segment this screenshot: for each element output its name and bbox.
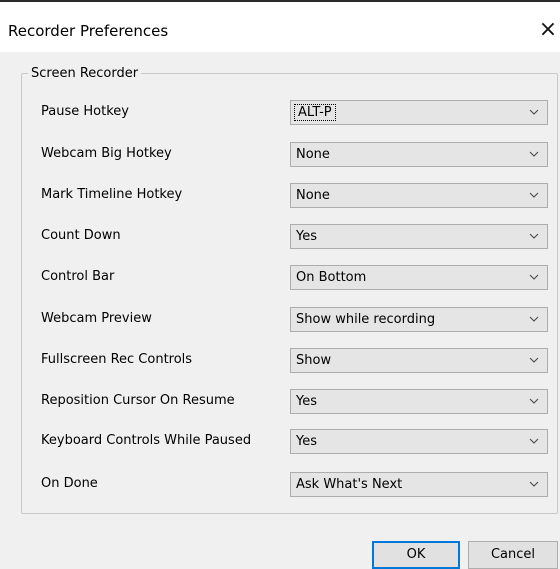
row-pause-hotkey: Pause Hotkey ALT-P bbox=[0, 100, 560, 126]
title-bar: Recorder Preferences × bbox=[0, 12, 560, 52]
row-reposition-cursor: Reposition Cursor On Resume Yes bbox=[0, 389, 560, 415]
count-down-label: Count Down bbox=[41, 228, 121, 243]
count-down-value: Yes bbox=[296, 229, 317, 244]
ok-button[interactable]: OK bbox=[372, 541, 460, 569]
row-on-done: On Done Ask What's Next bbox=[0, 472, 560, 498]
chevron-down-icon bbox=[529, 438, 539, 444]
mark-timeline-hotkey-value: None bbox=[296, 188, 330, 203]
webcam-big-hotkey-label: Webcam Big Hotkey bbox=[41, 146, 172, 161]
mark-timeline-hotkey-select[interactable]: None bbox=[290, 183, 548, 208]
window-top-edge bbox=[0, 0, 560, 12]
on-done-label: On Done bbox=[41, 476, 98, 491]
row-count-down: Count Down Yes bbox=[0, 224, 560, 250]
chevron-down-icon bbox=[529, 481, 539, 487]
row-mark-timeline-hotkey: Mark Timeline Hotkey None bbox=[0, 183, 560, 209]
control-bar-label: Control Bar bbox=[41, 269, 115, 284]
row-fullscreen-rec-controls: Fullscreen Rec Controls Show bbox=[0, 348, 560, 374]
webcam-preview-label: Webcam Preview bbox=[41, 311, 152, 326]
on-done-select[interactable]: Ask What's Next bbox=[290, 472, 548, 497]
chevron-down-icon bbox=[529, 274, 539, 280]
pause-hotkey-select[interactable]: ALT-P bbox=[290, 100, 548, 125]
mark-timeline-hotkey-label: Mark Timeline Hotkey bbox=[41, 187, 183, 202]
chevron-down-icon bbox=[529, 398, 539, 404]
control-bar-select[interactable]: On Bottom bbox=[290, 265, 548, 290]
webcam-big-hotkey-select[interactable]: None bbox=[290, 142, 548, 167]
chevron-down-icon bbox=[529, 192, 539, 198]
pause-hotkey-value: ALT-P bbox=[294, 104, 336, 121]
chevron-down-icon bbox=[529, 109, 539, 115]
keyboard-controls-select[interactable]: Yes bbox=[290, 429, 548, 454]
keyboard-controls-label: Keyboard Controls While Paused bbox=[41, 433, 252, 448]
count-down-select[interactable]: Yes bbox=[290, 224, 548, 249]
chevron-down-icon bbox=[529, 233, 539, 239]
webcam-preview-select[interactable]: Show while recording bbox=[290, 307, 548, 332]
row-webcam-preview: Webcam Preview Show while recording bbox=[0, 307, 560, 333]
chevron-down-icon bbox=[529, 151, 539, 157]
reposition-cursor-value: Yes bbox=[296, 394, 317, 409]
reposition-cursor-select[interactable]: Yes bbox=[290, 389, 548, 414]
row-webcam-big-hotkey: Webcam Big Hotkey None bbox=[0, 142, 560, 168]
reposition-cursor-label: Reposition Cursor On Resume bbox=[41, 393, 235, 408]
window-title: Recorder Preferences bbox=[8, 22, 169, 40]
fullscreen-rec-controls-value: Show bbox=[296, 353, 332, 368]
row-control-bar: Control Bar On Bottom bbox=[0, 265, 560, 291]
webcam-preview-value: Show while recording bbox=[296, 312, 436, 327]
row-keyboard-controls: Keyboard Controls While Paused Yes bbox=[0, 429, 560, 455]
keyboard-controls-value: Yes bbox=[296, 434, 317, 449]
group-legend: Screen Recorder bbox=[28, 66, 142, 81]
cancel-button[interactable]: Cancel bbox=[468, 541, 558, 569]
fullscreen-rec-controls-select[interactable]: Show bbox=[290, 348, 548, 373]
chevron-down-icon bbox=[529, 316, 539, 322]
chevron-down-icon bbox=[529, 357, 539, 363]
on-done-value: Ask What's Next bbox=[296, 477, 403, 492]
close-icon[interactable]: × bbox=[536, 18, 560, 42]
pause-hotkey-label: Pause Hotkey bbox=[41, 104, 129, 119]
webcam-big-hotkey-value: None bbox=[296, 147, 330, 162]
fullscreen-rec-controls-label: Fullscreen Rec Controls bbox=[41, 352, 193, 367]
control-bar-value: On Bottom bbox=[296, 270, 367, 285]
